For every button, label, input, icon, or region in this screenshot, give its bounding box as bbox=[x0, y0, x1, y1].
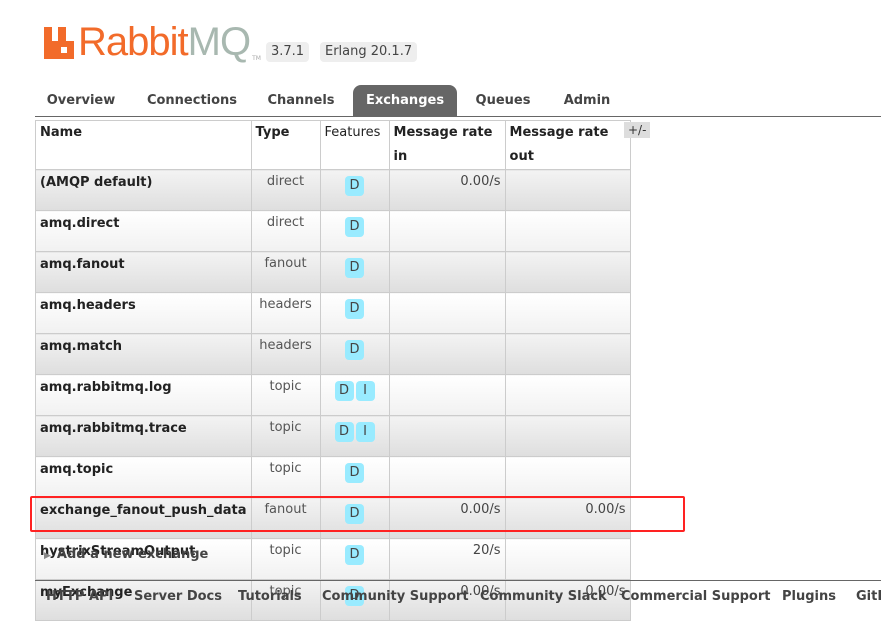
tab-queues[interactable]: Queues bbox=[467, 85, 539, 116]
exchange-type: direct bbox=[250, 169, 321, 211]
rate-out bbox=[504, 333, 631, 375]
exchange-type: direct bbox=[250, 210, 321, 252]
exchange-name-link[interactable]: amq.direct bbox=[35, 210, 252, 252]
exchange-features: D bbox=[319, 538, 390, 580]
exchange-features: D bbox=[319, 456, 390, 498]
column-header-type[interactable]: Type bbox=[250, 120, 321, 170]
tab-exchanges[interactable]: Exchanges bbox=[353, 85, 457, 116]
exchange-type: headers bbox=[250, 333, 321, 375]
feature-badge: D bbox=[345, 299, 365, 319]
footer-link-http-api[interactable]: HTTP API bbox=[46, 589, 113, 604]
exchange-name-link[interactable]: amq.headers bbox=[35, 292, 252, 334]
rate-out bbox=[504, 251, 631, 293]
footer-link-community-support[interactable]: Community Support bbox=[322, 589, 469, 604]
exchange-features: DI bbox=[319, 415, 390, 457]
exchange-type: headers bbox=[250, 292, 321, 334]
table-row[interactable]: amq.headers headers D bbox=[35, 292, 631, 334]
logo-tm: TM bbox=[252, 55, 261, 62]
rabbitmq-logo: Rabbit MQ TM bbox=[44, 22, 261, 62]
footer-link-tutorials[interactable]: Tutorials bbox=[238, 589, 302, 604]
feature-badge: D bbox=[334, 422, 354, 442]
exchange-name-link[interactable]: amq.match bbox=[35, 333, 252, 375]
exchange-type: topic bbox=[250, 374, 321, 416]
column-header-rate-out[interactable]: Message rate out bbox=[504, 120, 631, 170]
footer-link-server-docs[interactable]: Server Docs bbox=[134, 589, 222, 604]
footer-link-github[interactable]: GitHub bbox=[856, 589, 881, 604]
exchange-features: D bbox=[319, 210, 390, 252]
rate-out bbox=[504, 538, 631, 580]
erlang-version-badge: Erlang 20.1.7 bbox=[320, 42, 418, 62]
table-row[interactable]: amq.rabbitmq.log topic DI bbox=[35, 374, 631, 416]
tab-admin[interactable]: Admin bbox=[553, 85, 621, 116]
add-exchange-toggle[interactable]: ▶ Add a new exchange bbox=[44, 547, 208, 562]
rate-in bbox=[388, 374, 506, 416]
table-row[interactable]: amq.rabbitmq.trace topic DI bbox=[35, 415, 631, 457]
tab-connections[interactable]: Connections bbox=[135, 85, 249, 116]
exchange-features: DI bbox=[319, 374, 390, 416]
exchange-name-link[interactable]: amq.fanout bbox=[35, 251, 252, 293]
table-row[interactable]: amq.topic topic D bbox=[35, 456, 631, 498]
tab-channels[interactable]: Channels bbox=[257, 85, 345, 116]
column-header-rate-in[interactable]: Message rate in bbox=[388, 120, 506, 170]
feature-badge: D bbox=[345, 217, 365, 237]
rate-in: 20/s bbox=[388, 538, 506, 580]
exchange-features: D bbox=[319, 333, 390, 375]
feature-badge: I bbox=[355, 422, 375, 442]
rate-in bbox=[388, 210, 506, 252]
rate-in bbox=[388, 251, 506, 293]
rate-in: 0.00/s bbox=[388, 169, 506, 211]
main-tabs: Overview Connections Channels Exchanges … bbox=[35, 85, 881, 117]
highlight-box bbox=[30, 496, 685, 532]
add-exchange-label: Add a new exchange bbox=[56, 547, 209, 562]
rate-in bbox=[388, 456, 506, 498]
rate-out bbox=[504, 292, 631, 334]
exchange-type: topic bbox=[250, 538, 321, 580]
exchange-name-link[interactable]: (AMQP default) bbox=[35, 169, 252, 211]
exchange-features: D bbox=[319, 169, 390, 211]
toggle-columns-button[interactable]: +/- bbox=[624, 122, 651, 138]
feature-badge: D bbox=[345, 545, 365, 565]
footer: HTTP API Server Docs Tutorials Community… bbox=[35, 580, 881, 604]
rate-out bbox=[504, 169, 631, 211]
column-header-name[interactable]: Name bbox=[35, 120, 252, 170]
exchange-features: D bbox=[319, 251, 390, 293]
table-row[interactable]: (AMQP default) direct D 0.00/s bbox=[35, 169, 631, 211]
exchange-features: D bbox=[319, 292, 390, 334]
logo-text-mq: MQ bbox=[187, 20, 251, 64]
feature-badge: D bbox=[345, 340, 365, 360]
feature-badge: D bbox=[334, 381, 354, 401]
rate-in bbox=[388, 333, 506, 375]
expand-triangle-icon: ▶ bbox=[44, 551, 51, 561]
table-row[interactable]: amq.direct direct D bbox=[35, 210, 631, 252]
version-badge: 3.7.1 bbox=[266, 42, 310, 62]
column-header-features: Features bbox=[319, 120, 390, 170]
footer-link-commercial-support[interactable]: Commercial Support bbox=[621, 589, 771, 604]
exchange-name-link[interactable]: amq.rabbitmq.log bbox=[35, 374, 252, 416]
rabbitmq-logo-icon bbox=[44, 27, 74, 59]
logo-text: Rabbit bbox=[78, 20, 189, 64]
table-row[interactable]: amq.fanout fanout D bbox=[35, 251, 631, 293]
rate-out bbox=[504, 456, 631, 498]
footer-link-community-slack[interactable]: Community Slack bbox=[480, 589, 607, 604]
exchange-type: fanout bbox=[250, 251, 321, 293]
tab-overview[interactable]: Overview bbox=[35, 85, 127, 116]
rate-out bbox=[504, 415, 631, 457]
footer-link-plugins[interactable]: Plugins bbox=[782, 589, 836, 604]
rate-out bbox=[504, 210, 631, 252]
feature-badge: I bbox=[355, 381, 375, 401]
feature-badge: D bbox=[345, 463, 365, 483]
rate-in bbox=[388, 415, 506, 457]
exchange-type: topic bbox=[250, 456, 321, 498]
exchange-type: topic bbox=[250, 415, 321, 457]
feature-badge: D bbox=[345, 258, 365, 278]
exchanges-table: Name Type Features Message rate in Messa… bbox=[35, 120, 631, 621]
rate-out bbox=[504, 374, 631, 416]
exchange-name-link[interactable]: amq.rabbitmq.trace bbox=[35, 415, 252, 457]
table-row[interactable]: amq.match headers D bbox=[35, 333, 631, 375]
feature-badge: D bbox=[345, 176, 365, 196]
exchange-name-link[interactable]: amq.topic bbox=[35, 456, 252, 498]
rate-in bbox=[388, 292, 506, 334]
